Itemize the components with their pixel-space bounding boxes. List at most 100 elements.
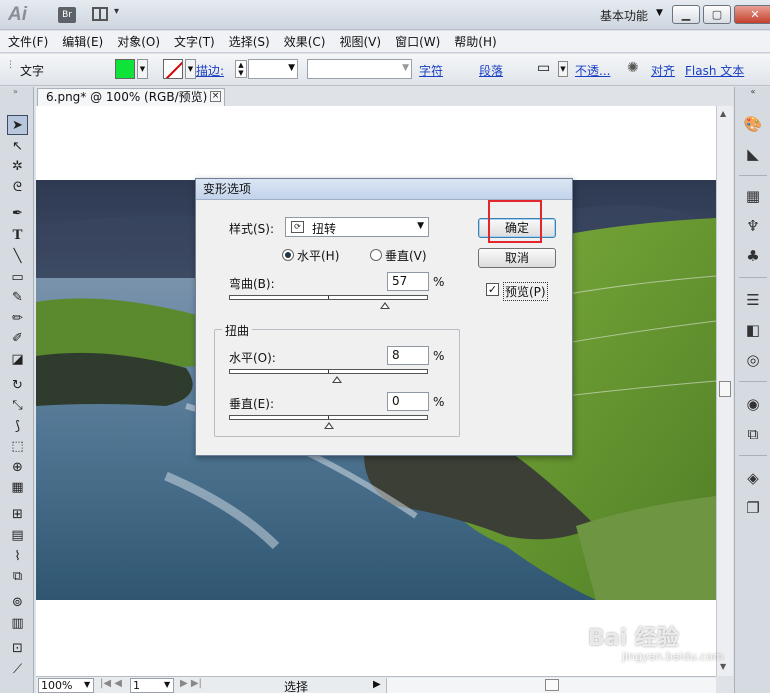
gradient-tool-icon[interactable]: ▤ — [7, 526, 28, 546]
eyedropper-tool-icon[interactable]: ⌇ — [7, 547, 28, 567]
magic-wand-tool-icon[interactable]: ✲ — [7, 157, 28, 177]
opacity-link[interactable]: 不透... — [575, 62, 610, 79]
chevron-down-icon[interactable]: ▼ — [164, 680, 170, 689]
chevron-down-icon[interactable]: ▼ — [185, 59, 196, 79]
swatches-panel-icon[interactable]: ▦ — [742, 185, 764, 207]
eraser-tool-icon[interactable]: ◪ — [7, 350, 28, 370]
distort-vertical-thumb[interactable] — [324, 422, 334, 429]
opacity-mask-icon[interactable]: ▭ — [537, 60, 550, 76]
play-icon[interactable]: ▶ — [373, 679, 381, 690]
first-artboard-icon[interactable]: |◀ ◀ — [100, 678, 122, 689]
menu-object[interactable]: 对象(O) — [117, 31, 160, 52]
bridge-button[interactable]: Br — [58, 7, 76, 23]
workspace-switcher[interactable]: 基本功能 — [600, 7, 648, 24]
rotate-tool-icon[interactable]: ↻ — [7, 376, 28, 396]
layers-panel-icon[interactable]: ◈ — [742, 467, 764, 489]
rectangle-tool-icon[interactable]: ▭ — [7, 268, 28, 288]
last-artboard-icon[interactable]: ▶ ▶| — [180, 678, 202, 689]
horizontal-radio[interactable] — [282, 249, 294, 261]
arrange-documents-icon[interactable] — [92, 7, 108, 21]
line-tool-icon[interactable]: ╲ — [7, 247, 28, 267]
free-transform-tool-icon[interactable]: ⬚ — [7, 437, 28, 457]
scroll-up-icon[interactable]: ▲ — [720, 109, 726, 118]
bend-slider-thumb[interactable] — [380, 302, 390, 309]
mesh-tool-icon[interactable]: ⊞ — [7, 505, 28, 525]
blend-tool-icon[interactable]: ⧉ — [7, 567, 28, 587]
preview-label[interactable]: 预览(P) — [503, 282, 548, 301]
chevron-down-icon[interactable]: ▼ — [417, 221, 424, 231]
slice-tool-icon[interactable]: ⟋ — [7, 660, 28, 680]
stroke-weight-field[interactable]: ▼ — [248, 59, 298, 79]
chevron-down-icon[interactable]: ▾ — [114, 6, 119, 17]
horizontal-scrollbar[interactable] — [386, 678, 716, 693]
expand-panels-icon[interactable]: « — [742, 87, 764, 97]
symbol-sprayer-tool-icon[interactable]: ⊚ — [7, 593, 28, 613]
menu-edit[interactable]: 编辑(E) — [62, 31, 103, 52]
type-tool-icon[interactable]: T — [7, 225, 28, 245]
minimize-button[interactable]: ▁ — [672, 5, 700, 24]
preview-checkbox[interactable]: ✓ — [486, 283, 499, 296]
chevron-down-icon[interactable]: ▼ — [288, 63, 295, 73]
status-mode-label[interactable]: 选择 — [284, 678, 308, 693]
distort-vertical-input[interactable]: 0 — [387, 392, 429, 411]
distort-horizontal-slider[interactable] — [229, 369, 428, 383]
maximize-button[interactable]: ▢ — [703, 5, 731, 24]
graphic-styles-panel-icon[interactable]: ⧉ — [742, 423, 764, 445]
fill-color-swatch[interactable] — [115, 59, 135, 79]
brushes-panel-icon[interactable]: ♆ — [742, 215, 764, 237]
menu-help[interactable]: 帮助(H) — [454, 31, 496, 52]
perspective-grid-tool-icon[interactable]: ▦ — [7, 478, 28, 498]
vertical-radio-label[interactable]: 垂直(V) — [385, 247, 427, 264]
menu-window[interactable]: 窗口(W) — [395, 31, 440, 52]
pen-tool-icon[interactable]: ✒ — [7, 204, 28, 224]
menu-file[interactable]: 文件(F) — [8, 31, 48, 52]
bend-input[interactable]: 57 — [387, 272, 429, 291]
color-panel-icon[interactable]: 🎨 — [742, 113, 764, 135]
horizontal-radio-label[interactable]: 水平(H) — [297, 247, 339, 264]
pencil-tool-icon[interactable]: ✏ — [7, 309, 28, 329]
stroke-color-swatch[interactable] — [163, 59, 183, 79]
close-icon[interactable]: × — [210, 91, 221, 102]
stroke-panel-icon[interactable]: ☰ — [742, 289, 764, 311]
menu-view[interactable]: 视图(V) — [339, 31, 381, 52]
paragraph-link[interactable]: 段落 — [479, 62, 503, 79]
distort-horizontal-thumb[interactable] — [332, 376, 342, 383]
selection-tool-icon[interactable]: ➤ — [7, 115, 28, 135]
color-guide-icon[interactable]: ◣ — [742, 143, 764, 165]
distort-horizontal-input[interactable]: 8 — [387, 346, 429, 365]
artboards-panel-icon[interactable]: ❐ — [742, 497, 764, 519]
scroll-down-icon[interactable]: ▼ — [720, 662, 726, 671]
distort-vertical-slider[interactable] — [229, 415, 428, 429]
stroke-link[interactable]: 描边: — [196, 62, 224, 79]
gradient-panel-icon[interactable]: ◧ — [742, 319, 764, 341]
flash-text-link[interactable]: Flash 文本 — [685, 62, 744, 79]
blob-brush-tool-icon[interactable]: ✐ — [7, 329, 28, 349]
cancel-button[interactable]: 取消 — [478, 248, 556, 268]
collapse-icon[interactable]: » — [5, 87, 26, 97]
chevron-down-icon[interactable]: ▼ — [137, 59, 148, 79]
shape-builder-tool-icon[interactable]: ⊕ — [7, 458, 28, 478]
column-graph-tool-icon[interactable]: ▥ — [7, 614, 28, 634]
menu-type[interactable]: 文字(T) — [174, 31, 215, 52]
appearance-panel-icon[interactable]: ◉ — [742, 393, 764, 415]
vertical-radio[interactable] — [370, 249, 382, 261]
chevron-down-icon[interactable]: ▼ — [558, 61, 568, 77]
document-tab[interactable]: 6.png* @ 100% (RGB/预览) — [37, 88, 225, 106]
close-button[interactable]: ✕ — [734, 5, 770, 24]
stroke-style-field[interactable]: ▼ — [307, 59, 412, 79]
lasso-tool-icon[interactable]: ᘓ — [7, 178, 28, 198]
artboard-tool-icon[interactable]: ⊡ — [7, 639, 28, 659]
bend-slider[interactable] — [229, 295, 428, 309]
recolor-icon[interactable]: ✺ — [627, 60, 639, 76]
grip-icon[interactable]: ⋮ — [6, 60, 15, 70]
warp-tool-icon[interactable]: ⟆ — [7, 417, 28, 437]
symbols-panel-icon[interactable]: ♣ — [742, 245, 764, 267]
align-link[interactable]: 对齐 — [651, 62, 675, 79]
paintbrush-tool-icon[interactable]: ✎ — [7, 288, 28, 308]
character-link[interactable]: 字符 — [419, 62, 443, 79]
chevron-down-icon[interactable]: ▼ — [84, 680, 90, 689]
chevron-down-icon[interactable]: ▼ — [656, 8, 663, 18]
chevron-down-icon[interactable]: ▼ — [402, 63, 409, 73]
transparency-panel-icon[interactable]: ◎ — [742, 349, 764, 371]
vertical-scrollbar[interactable]: ▲ ▼ — [716, 106, 733, 676]
